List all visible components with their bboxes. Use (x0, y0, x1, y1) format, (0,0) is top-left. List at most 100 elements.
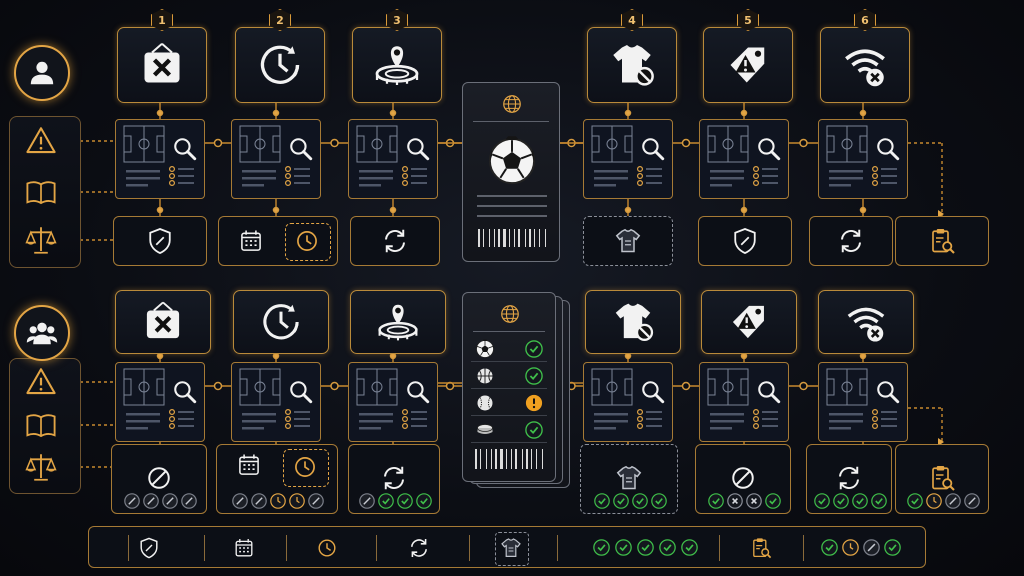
summary-divider (286, 535, 287, 561)
check-icon (870, 493, 887, 509)
check-icon (832, 493, 849, 509)
field-map-panel-3[interactable] (348, 362, 438, 442)
status-box-1[interactable] (113, 216, 207, 266)
connector-node (624, 109, 632, 117)
connector-node (681, 138, 691, 148)
field-map-panel-4[interactable] (583, 362, 673, 442)
step-card-3[interactable] (350, 290, 446, 354)
summary-bar[interactable] (88, 526, 926, 568)
field-map-panel-5[interactable] (699, 119, 789, 199)
field-map-panel-6[interactable] (818, 119, 908, 199)
ticket-main[interactable] (462, 82, 560, 262)
status-box-2[interactable] (216, 444, 338, 514)
warning-tag-icon (730, 47, 765, 83)
shield-icon (149, 228, 171, 254)
sidebar-scales[interactable] (24, 223, 60, 257)
check-icon (821, 539, 838, 556)
status-box-6[interactable] (809, 216, 893, 266)
clock-status-icon (289, 493, 305, 509)
status-box-3[interactable] (348, 444, 440, 514)
status-box-5[interactable] (698, 216, 792, 266)
field-map-panel-6[interactable] (818, 362, 908, 442)
ticket-separator (473, 331, 545, 332)
step-card-4[interactable] (587, 27, 677, 103)
jersey-blocked-icon (615, 303, 654, 341)
slash-status-icon (232, 493, 248, 509)
clock-orange-icon (297, 231, 317, 251)
status-box-2[interactable] (218, 216, 338, 266)
step-card-2[interactable] (235, 27, 325, 103)
avatar[interactable] (14, 45, 70, 101)
jersey-blocked-icon (613, 45, 654, 86)
check-icon (637, 539, 654, 556)
sidebar-book[interactable] (24, 408, 60, 442)
step-card-6[interactable] (820, 27, 910, 103)
basketball-icon (477, 368, 493, 384)
connector-node (389, 352, 397, 360)
ticket-sport-row[interactable] (471, 339, 547, 362)
avatar[interactable] (14, 305, 70, 361)
warning-status-icon (525, 394, 543, 412)
summary-divider (557, 535, 558, 561)
connector-node (799, 138, 808, 148)
field-map-panel-2[interactable] (231, 119, 321, 199)
status-box-3[interactable] (350, 216, 440, 266)
ticket-sport-row[interactable] (471, 420, 547, 443)
connector-node (213, 381, 223, 391)
soccer-ball-icon (488, 136, 536, 185)
step-card-6[interactable] (818, 290, 914, 354)
status-box-4[interactable] (583, 216, 673, 266)
summary-jersey-icon (501, 538, 521, 557)
globe-icon (501, 305, 519, 323)
ticket-sport-row[interactable] (471, 393, 547, 416)
magnifier-icon (642, 138, 665, 161)
sidebar-warning[interactable] (24, 124, 60, 158)
clock-status-frame (285, 223, 331, 261)
step-card-5[interactable] (703, 27, 793, 103)
status-box-1[interactable] (111, 444, 207, 514)
status-box-7[interactable] (895, 444, 989, 514)
step-card-4[interactable] (585, 290, 681, 354)
sidebar-book[interactable] (24, 175, 60, 209)
jersey-icon (616, 465, 642, 490)
slash-status-icon (944, 493, 961, 509)
check-icon (884, 539, 901, 556)
connector-node (389, 206, 397, 214)
sidebar-warning[interactable] (24, 365, 60, 399)
check-icon (593, 493, 610, 509)
check-icon (593, 539, 610, 556)
connector-node (213, 138, 223, 148)
field-map-panel-1[interactable] (115, 119, 205, 199)
field-map-panel-5[interactable] (699, 362, 789, 442)
status-box-4[interactable] (580, 444, 678, 514)
clipboard-search-icon (932, 229, 955, 254)
field-map-panel-2[interactable] (231, 362, 321, 442)
step-card-5[interactable] (701, 290, 797, 354)
status-box-5[interactable] (695, 444, 791, 514)
summary-divider (803, 535, 804, 561)
field-map-panel-3[interactable] (348, 119, 438, 199)
wifi-off-icon (845, 49, 885, 87)
connector-node (272, 206, 280, 214)
step-card-1[interactable] (115, 290, 211, 354)
step-card-2[interactable] (233, 290, 329, 354)
clock-status-frame (283, 449, 329, 487)
status-box-7[interactable] (895, 216, 989, 266)
connector-node (859, 109, 867, 117)
ticket-multi-sport[interactable] (462, 292, 556, 482)
magnifier-icon (174, 381, 197, 404)
jersey-icon (615, 228, 641, 253)
sync-icon (839, 466, 859, 490)
status-box-6[interactable] (806, 444, 892, 514)
step-card-3[interactable] (352, 27, 442, 103)
field-map-panel-1[interactable] (115, 362, 205, 442)
step-card-1[interactable] (117, 27, 207, 103)
sidebar-scales[interactable] (24, 450, 60, 484)
slash-status-icon (123, 493, 140, 509)
summary-clipboard-search-icon (753, 538, 772, 559)
field-map-panel-4[interactable] (583, 119, 673, 199)
ticket-sport-row[interactable] (471, 366, 547, 389)
warning-icon (26, 127, 56, 154)
connector-node (740, 206, 748, 214)
connector-node (624, 352, 632, 360)
